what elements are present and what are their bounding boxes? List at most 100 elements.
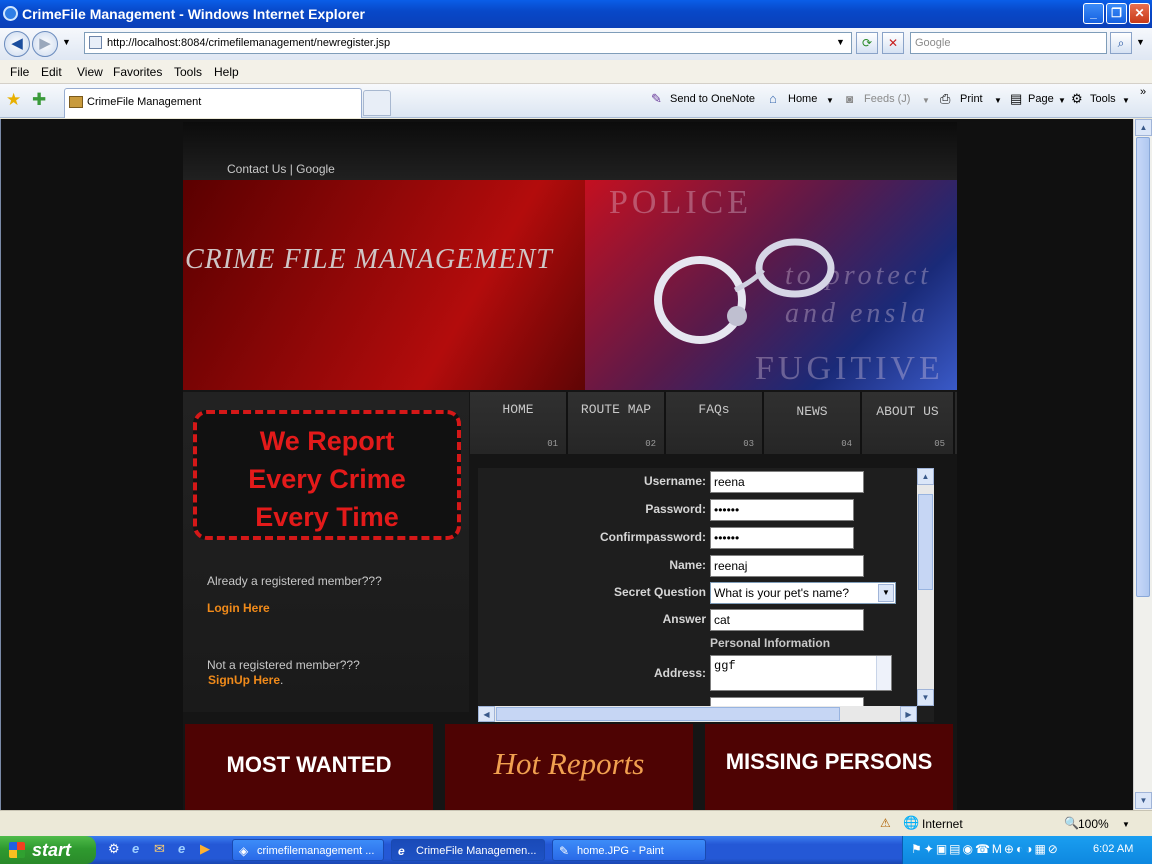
- nav-about-us-num: 05: [934, 439, 945, 449]
- maximize-button[interactable]: ❐: [1106, 3, 1127, 24]
- secret-question-select[interactable]: What is your pet's name? ▼: [710, 582, 896, 604]
- window-title-bar: CrimeFile Management - Windows Internet …: [0, 0, 1152, 28]
- quicklaunch-ie-icon[interactable]: e: [132, 841, 139, 856]
- scroll-up-arrow-icon[interactable]: ▲: [917, 468, 934, 485]
- task-ie-crimefile[interactable]: e CrimeFile Managemen...: [391, 839, 545, 861]
- favorites-star-icon[interactable]: ★: [6, 90, 21, 110]
- refresh-button[interactable]: ⟳: [856, 32, 878, 54]
- zoom-dropdown-icon[interactable]: ▼: [1122, 820, 1130, 829]
- slogan-box: We Report Every Crime Every Time: [193, 410, 461, 540]
- address-dropdown-icon[interactable]: ▼: [836, 37, 845, 47]
- task-paint[interactable]: ✎ home.JPG - Paint: [552, 839, 706, 861]
- menu-view[interactable]: View: [77, 65, 103, 79]
- hot-reports-title: Hot Reports: [493, 746, 645, 781]
- forward-button[interactable]: ▶: [32, 31, 58, 57]
- address-textarea[interactable]: ggf: [710, 655, 892, 691]
- start-button[interactable]: start: [0, 836, 96, 864]
- contact-google-links[interactable]: Contact Us | Google: [227, 162, 335, 176]
- print-button[interactable]: Print: [960, 93, 983, 105]
- page-menu-button[interactable]: Page: [1028, 93, 1054, 105]
- nav-route-map[interactable]: ROUTE MAP 02: [568, 392, 666, 454]
- recent-pages-dropdown-icon[interactable]: ▼: [62, 37, 71, 47]
- search-icon[interactable]: ⌕: [1110, 32, 1132, 54]
- close-button[interactable]: ✕: [1129, 3, 1150, 24]
- add-favorites-icon[interactable]: ✚: [32, 90, 46, 110]
- menu-help[interactable]: Help: [214, 65, 239, 79]
- chevron-more-icon[interactable]: »: [1140, 86, 1146, 98]
- menu-file[interactable]: File: [10, 65, 29, 79]
- send-to-onenote-button[interactable]: Send to OneNote: [670, 93, 755, 105]
- popup-blocker-icon[interactable]: ⚠: [880, 816, 891, 830]
- address-input[interactable]: http://localhost:8084/crimefilemanagemen…: [84, 32, 852, 54]
- home-dropdown-icon[interactable]: ▼: [826, 96, 834, 105]
- scroll-down-arrow-icon[interactable]: ▼: [917, 689, 934, 706]
- zoom-level[interactable]: 100%: [1078, 817, 1109, 831]
- form-vertical-scrollbar[interactable]: ▲ ▼: [917, 468, 934, 706]
- form-horizontal-scrollbar[interactable]: ◀ ▶: [478, 706, 917, 722]
- print-dropdown-icon[interactable]: ▼: [994, 96, 1002, 105]
- page-vertical-scrollbar[interactable]: ▲ ▼: [1133, 119, 1152, 810]
- site-banner: POLICE to protect and ensla FUGITIVE CRI…: [183, 180, 957, 390]
- secret-question-label: Secret Question: [613, 585, 706, 599]
- textarea-scrollbar[interactable]: [876, 656, 891, 690]
- confirm-password-input[interactable]: ••••••: [710, 527, 854, 549]
- page-dropdown-icon[interactable]: ▼: [1058, 96, 1066, 105]
- most-wanted-box[interactable]: MOST WANTED: [185, 724, 433, 810]
- search-input[interactable]: Google: [910, 32, 1107, 54]
- clock[interactable]: 6:02 AM: [1093, 843, 1133, 855]
- nav-route-map-label: ROUTE MAP: [580, 402, 652, 417]
- feeds-button[interactable]: Feeds (J): [864, 93, 910, 105]
- menu-tools[interactable]: Tools: [174, 65, 202, 79]
- nav-news[interactable]: NEWS 04: [764, 392, 862, 454]
- most-wanted-title: MOST WANTED: [226, 752, 392, 777]
- tools-dropdown-icon[interactable]: ▼: [1122, 96, 1130, 105]
- minimize-button[interactable]: _: [1083, 3, 1104, 24]
- quicklaunch-ie2-icon[interactable]: e: [178, 841, 185, 856]
- nav-about-us[interactable]: ABOUT US 05: [862, 392, 955, 454]
- password-input[interactable]: ••••••: [710, 499, 854, 521]
- page-scroll-up-icon[interactable]: ▲: [1135, 119, 1152, 136]
- banner-handcuffs-image: POLICE to protect and ensla FUGITIVE: [585, 180, 957, 390]
- quicklaunch-desktop-icon[interactable]: ⚙: [108, 841, 120, 857]
- site-top-strip: Contact Us | Google: [183, 122, 957, 180]
- answer-label: Answer: [662, 612, 706, 626]
- menu-edit[interactable]: Edit: [41, 65, 62, 79]
- back-button[interactable]: ◀: [4, 31, 30, 57]
- login-link[interactable]: Login Here: [207, 601, 270, 615]
- page-scroll-down-icon[interactable]: ▼: [1135, 792, 1152, 809]
- task-netbeans[interactable]: ◈ crimefilemanagement ...: [232, 839, 384, 861]
- menu-bar: File Edit View Favorites Tools Help: [0, 60, 1152, 84]
- page-scroll-thumb[interactable]: [1136, 137, 1150, 597]
- form-hscroll-thumb[interactable]: [496, 707, 840, 721]
- scroll-right-arrow-icon[interactable]: ▶: [900, 706, 917, 722]
- username-input[interactable]: reena: [710, 471, 864, 493]
- already-member-text: Already a registered member???: [207, 574, 382, 588]
- slogan-line-2: Every Crime: [248, 464, 406, 494]
- main-nav: HOME 01 ROUTE MAP 02 FAQs 03 NEWS 04 ABO…: [470, 392, 957, 454]
- chevron-down-icon[interactable]: ▼: [878, 584, 894, 602]
- hot-reports-box[interactable]: Hot Reports: [445, 724, 693, 810]
- new-tab-button[interactable]: [363, 90, 391, 116]
- security-zone-label: Internet: [922, 817, 963, 831]
- form-vscroll-thumb[interactable]: [918, 494, 933, 590]
- tray-icons[interactable]: ⚑✦▣▤◉☎M⊕◐◑▦⊘: [911, 842, 1060, 856]
- menu-favorites[interactable]: Favorites: [113, 65, 162, 79]
- next-field-partial[interactable]: [710, 697, 864, 706]
- home-button[interactable]: Home: [788, 93, 817, 105]
- stop-button[interactable]: ✕: [882, 32, 904, 54]
- tools-menu-button[interactable]: Tools: [1090, 93, 1116, 105]
- name-input[interactable]: reenaj: [710, 555, 864, 577]
- quicklaunch-media-icon[interactable]: ▶: [200, 841, 210, 857]
- feeds-dropdown-icon[interactable]: ▼: [922, 96, 930, 105]
- scroll-left-arrow-icon[interactable]: ◀: [478, 706, 495, 722]
- answer-input[interactable]: cat: [710, 609, 864, 631]
- nav-home-num: 01: [547, 439, 558, 449]
- nav-faqs[interactable]: FAQs 03: [666, 392, 764, 454]
- quicklaunch-outlook-icon[interactable]: ✉: [154, 841, 165, 857]
- registration-form-frame: Username: reena Password: •••••• Confirm…: [478, 468, 934, 722]
- missing-persons-box[interactable]: MISSING PERSONS: [705, 724, 953, 810]
- search-options-icon[interactable]: ▼: [1136, 37, 1145, 47]
- signup-link[interactable]: SignUp Here: [208, 673, 280, 687]
- tab-crimefile[interactable]: CrimeFile Management: [64, 88, 362, 118]
- nav-home[interactable]: HOME 01: [470, 392, 568, 454]
